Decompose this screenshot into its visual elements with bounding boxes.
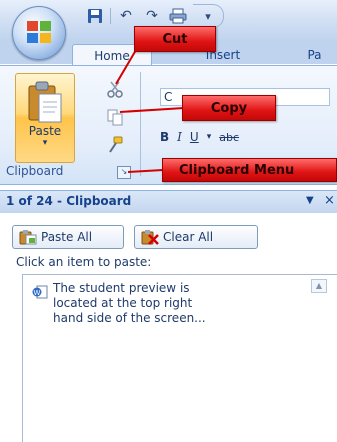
bold-button[interactable]: B bbox=[160, 130, 169, 144]
office-logo-icon bbox=[27, 21, 51, 43]
clipboard-item-line: hand side of the screen... bbox=[53, 311, 206, 325]
clipboard-launcher-icon[interactable]: ↘ bbox=[117, 166, 131, 179]
clipboard-group-label: Clipboard bbox=[6, 164, 64, 178]
save-icon[interactable] bbox=[84, 6, 106, 26]
quick-access-toolbar: ↶ ↷ ▾ bbox=[84, 4, 224, 28]
tab-page-layout[interactable]: Pa bbox=[292, 44, 337, 66]
clipboard-pane-title: 1 of 24 - Clipboard bbox=[6, 194, 132, 208]
office-button[interactable] bbox=[12, 6, 66, 60]
print-icon[interactable] bbox=[167, 6, 189, 26]
customize-icon[interactable]: ▾ bbox=[193, 4, 224, 28]
paste-button[interactable]: Paste ▾ bbox=[15, 73, 75, 163]
cut-button[interactable] bbox=[104, 79, 126, 99]
clipboard-pane-header: 1 of 24 - Clipboard ▼ × bbox=[0, 190, 337, 214]
word-window: ↶ ↷ ▾ Home Insert Pa Paste ▾ Clipboard ↘… bbox=[0, 0, 337, 442]
scissors-icon bbox=[107, 81, 123, 98]
paste-icon bbox=[28, 81, 62, 123]
clipboard-item-line: The student preview is bbox=[53, 281, 190, 295]
clipboard-menu-callout: Clipboard Menu bbox=[162, 158, 337, 182]
italic-button[interactable]: I bbox=[177, 130, 182, 144]
svg-text:W: W bbox=[34, 289, 41, 297]
underline-button[interactable]: U bbox=[190, 130, 199, 144]
paste-label: Paste bbox=[28, 124, 62, 138]
redo-icon[interactable]: ↷ bbox=[141, 6, 163, 26]
paste-all-label: Paste All bbox=[41, 230, 93, 244]
strikethrough-button[interactable]: abc bbox=[219, 131, 239, 144]
clipboard-item-line: located at the top right bbox=[53, 296, 193, 310]
chevron-down-icon[interactable]: ▼ bbox=[306, 195, 314, 206]
toolbar-divider bbox=[110, 8, 111, 24]
cut-callout: Cut bbox=[134, 26, 216, 52]
clear-all-icon bbox=[141, 230, 159, 245]
undo-icon[interactable]: ↶ bbox=[115, 6, 137, 26]
close-icon[interactable]: × bbox=[324, 193, 335, 208]
format-painter-button[interactable] bbox=[104, 135, 126, 155]
brush-icon bbox=[109, 136, 123, 153]
copy-callout: Copy bbox=[182, 95, 276, 121]
paste-all-button[interactable]: Paste All bbox=[12, 225, 124, 249]
copy-button[interactable] bbox=[104, 107, 126, 127]
scroll-up-icon[interactable]: ▲ bbox=[311, 279, 327, 293]
clear-all-button[interactable]: Clear All bbox=[134, 225, 258, 249]
format-toolbar: B I U ▾ abc bbox=[160, 127, 239, 147]
paste-instruction: Click an item to paste: bbox=[16, 255, 152, 269]
clipboard-item-text: The student preview is located at the to… bbox=[53, 281, 278, 326]
paste-all-icon bbox=[19, 230, 37, 245]
clipboard-item[interactable]: W The student preview is located at the … bbox=[22, 274, 337, 442]
group-divider bbox=[140, 72, 141, 176]
chevron-down-icon[interactable]: ▾ bbox=[207, 132, 212, 142]
copy-icon bbox=[107, 109, 123, 126]
word-document-icon: W bbox=[32, 285, 48, 299]
clear-all-label: Clear All bbox=[163, 230, 214, 244]
chevron-down-icon[interactable]: ▾ bbox=[43, 138, 48, 148]
